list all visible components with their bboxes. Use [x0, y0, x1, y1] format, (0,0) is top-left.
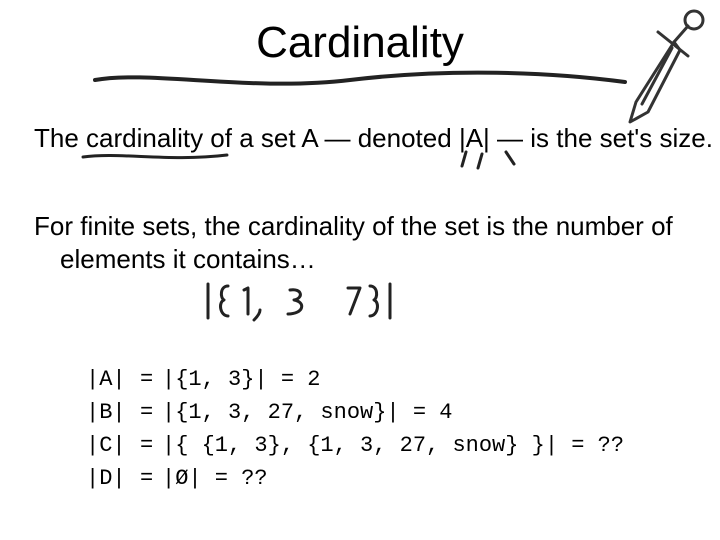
- ex-b-rhs: |{1, 3, 27, snow}| = 4: [162, 400, 452, 425]
- ex-b-lhs: |B|: [86, 396, 140, 429]
- ex-d-eq: =: [140, 462, 162, 495]
- definition-paragraph: The cardinality of a set A — denoted |A|…: [34, 122, 720, 155]
- ex-c-eq: =: [140, 429, 162, 462]
- ex-b-eq: =: [140, 396, 162, 429]
- def-text-a: The cardinality of a set A — denoted: [34, 123, 452, 153]
- handwritten-set-annotation: [200, 278, 400, 324]
- ex-d-rhs: |Ø| = ??: [162, 466, 268, 491]
- finite-paragraph: For finite sets, the cardinality of the …: [34, 210, 720, 275]
- sword-icon: [620, 6, 710, 136]
- ex-c-lhs: |C|: [86, 429, 140, 462]
- page-title: Cardinality: [0, 18, 720, 68]
- def-notation: |A|: [459, 123, 490, 153]
- ex-a-lhs: |A|: [86, 363, 140, 396]
- ex-d-lhs: |D|: [86, 462, 140, 495]
- def-text-b: — is the set's size.: [497, 123, 713, 153]
- ex-a-rhs: |{1, 3}| = 2: [162, 367, 320, 392]
- slide: Cardinality The cardinality of a set A —…: [0, 0, 720, 540]
- examples-block: |A|=|{1, 3}| = 2 |B|=|{1, 3, 27, snow}| …: [86, 330, 624, 528]
- ex-a-eq: =: [140, 363, 162, 396]
- title-underline-scribble: [90, 66, 630, 96]
- ex-c-rhs: |{ {1, 3}, {1, 3, 27, snow} }| = ??: [162, 433, 624, 458]
